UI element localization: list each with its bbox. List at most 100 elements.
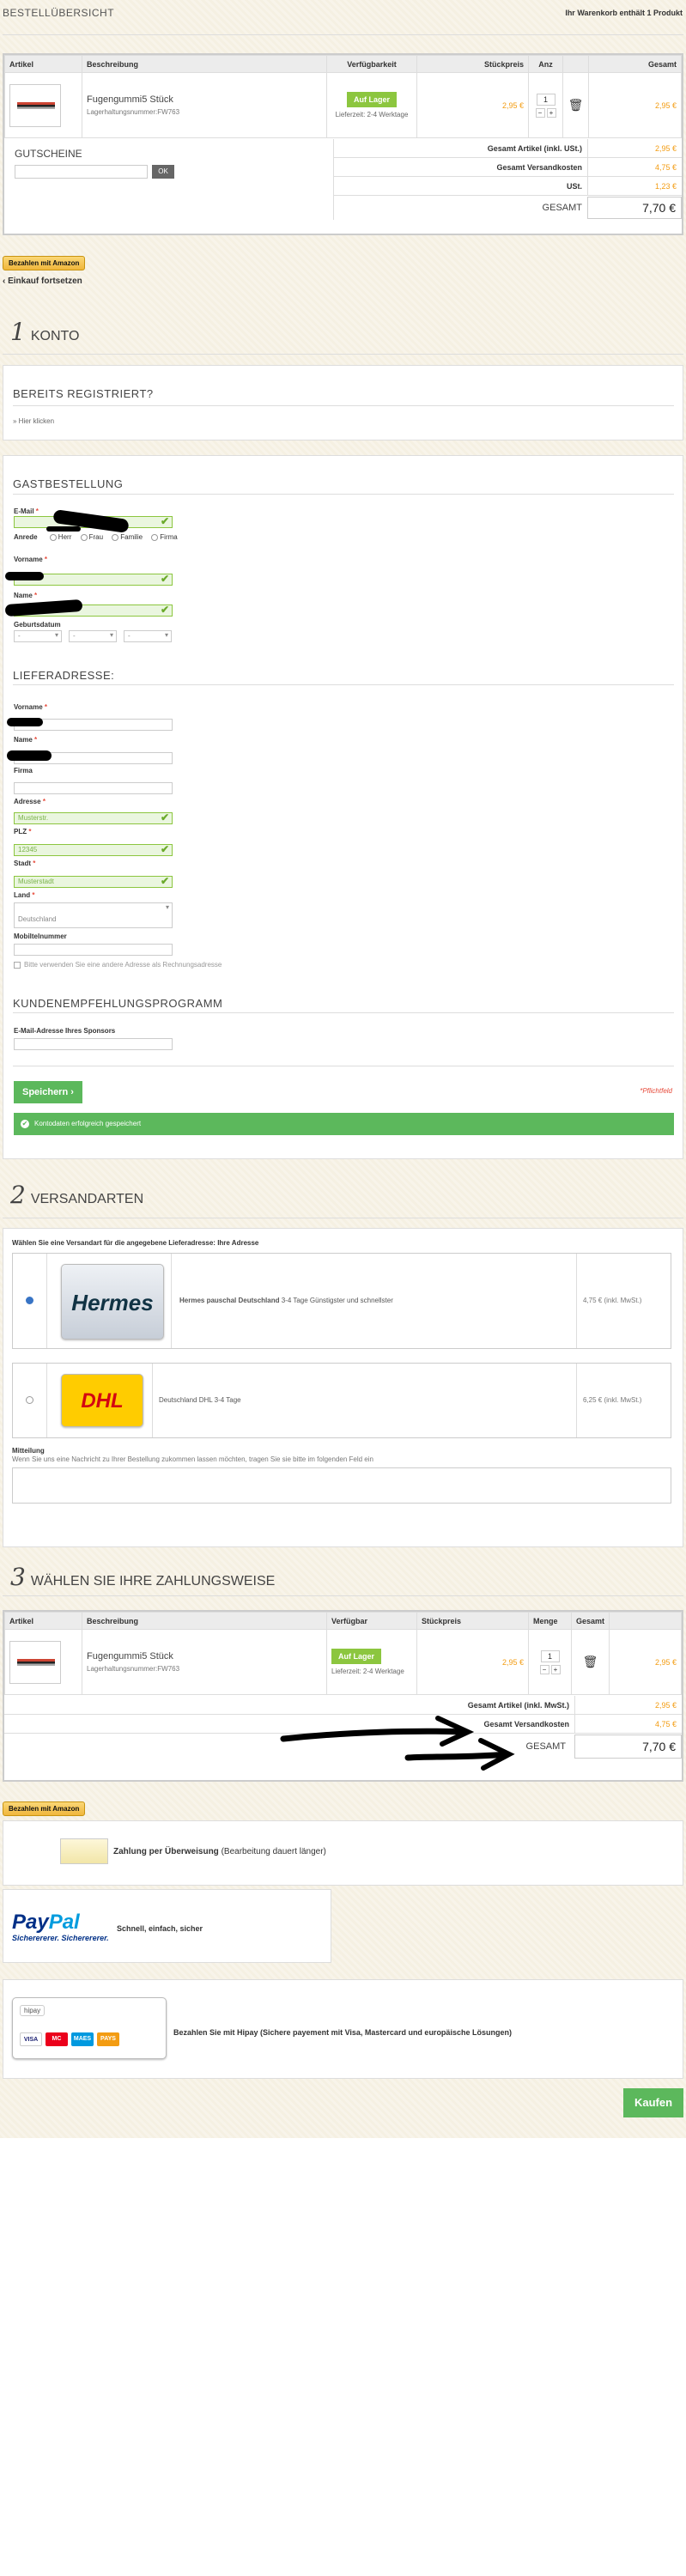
guest-title: GASTBESTELLUNG [13,477,124,490]
dhl-desc: Deutschland DHL 3-4 Tage [159,1396,241,1404]
step3-heading: 3 WÄHLEN SIE IHRE ZAHLUNGSWEISE [10,1563,275,1591]
payment-transfer[interactable]: Zahlung per Überweisung (Bearbeitung dau… [3,1820,683,1886]
total-value: 4,75 € [587,157,682,177]
total-value: 2,95 € [574,1695,682,1715]
item-image-cell [4,72,82,138]
trash-icon[interactable]: 🗑 [570,1629,610,1695]
qty-cell: 1 − + [528,1629,572,1695]
radio-firma[interactable] [151,533,159,541]
step2-title: VERSANDARTEN [30,1192,144,1206]
delivery-time: Lieferzeit: 2-4 Werktage [331,1668,404,1675]
check-icon: ✔ [21,1120,29,1128]
buy-button[interactable]: Kaufen [623,2088,683,2117]
continue-shopping-link[interactable]: ‹ Einkauf fortsetzen [3,276,82,286]
radio-herr[interactable] [49,533,57,541]
unit-price: 2,95 € [416,72,529,138]
del-country-select[interactable]: Deutschland [14,902,173,928]
cart-table: Artikel Beschreibung Verfügbarkeit Stück… [4,55,682,138]
salutation-option: Firma [160,533,178,541]
cart-header-row: Artikel Beschreibung Verfügbar Stückprei… [4,1612,682,1630]
payment-cart-table: Artikel Beschreibung Verfügbar Stückprei… [4,1612,682,1695]
card-icons: VISA MC MAES PAYS [20,2032,119,2046]
annotation-arrows [280,1716,515,1771]
registered-link[interactable]: » Hier klicken [13,417,54,425]
shipping-option-hermes[interactable]: Hermes Hermes pauschal Deutschland 3-4 T… [12,1253,671,1349]
qty-minus-button[interactable]: − [539,1664,549,1674]
note-textarea[interactable] [12,1467,671,1504]
save-button[interactable]: Speichern › [14,1081,82,1103]
shipping-option-dhl[interactable]: DHL Deutschland DHL 3-4 Tage 6,25 € (ink… [12,1363,671,1438]
step1-title: KONTO [30,329,80,343]
step3-number: 3 [10,1563,26,1591]
product-name[interactable]: Fugengummi5 Stück [87,94,322,105]
radio-frau[interactable] [80,533,88,541]
total-value: 2,95 € [587,138,682,158]
sponsor-label: E-Mail-Adresse Ihres Sponsors [14,1027,116,1035]
col-beschreibung: Beschreibung [82,55,327,73]
product-image[interactable] [9,1640,61,1684]
amazon-pay-button[interactable]: Bezahlen mit Amazon [3,256,86,270]
qty-minus-button[interactable]: − [535,107,545,118]
payment-hipay[interactable]: hipay VISA MC MAES PAYS Bezahlen Sie mit… [3,1979,683,2079]
col-artikel: Artikel [4,1612,82,1630]
col-stueckpreis: Stückpreis [416,55,529,73]
total-row: Gesamt Artikel (inkl. USt.) 2,95 € [333,138,682,158]
col-remove [562,55,589,73]
dhl-logo: DHL [61,1374,143,1427]
radio-familie[interactable] [112,533,119,541]
firstname-label: Vorname * [14,556,47,563]
radio-dhl[interactable] [26,1396,33,1404]
birthday-day-select[interactable]: - [14,630,62,642]
del-name-label: Name * [14,736,38,744]
total-value: 1,23 € [587,176,682,196]
coupon-input[interactable] [15,165,148,179]
trash-icon[interactable]: 🗑 [562,72,589,138]
quantity-input[interactable]: 1 [540,1649,560,1662]
col-stueckpreis: Stückpreis [416,1612,529,1630]
total-label: Gesamt Artikel (inkl. USt.) [487,143,582,153]
step1-heading: 1 KONTO [10,318,79,346]
product-image[interactable] [9,83,61,127]
unit-price: 2,95 € [416,1629,529,1695]
redaction-scribble [5,572,44,580]
success-message: ✔ Kontodaten erfolgreich gespeichert [14,1113,674,1135]
hermes-desc: Hermes pauschal Deutschland 3-4 Tage Gün… [179,1297,393,1304]
del-mobile-field[interactable] [14,944,173,956]
page-footer-blank [0,2138,686,2576]
qty-plus-button[interactable]: + [550,1664,561,1674]
birthday-year-select[interactable]: - [124,630,172,642]
del-city-label: Stadt * [14,860,36,867]
amazon-pay-button-2[interactable]: Bezahlen mit Amazon [3,1801,86,1816]
item-total: 2,95 € [609,1629,682,1695]
birthday-month-select[interactable]: - [69,630,117,642]
email-label: E-Mail * [14,507,39,515]
hipay-logo: hipay [20,2005,46,2016]
product-name[interactable]: Fugengummi5 Stück [87,1651,322,1662]
shipping-panel: Wählen Sie eine Versandart für die angeg… [3,1228,683,1547]
coupon-ok-button[interactable]: OK [152,165,174,179]
qty-plus-button[interactable]: + [546,107,556,118]
total-label: Gesamt Versandkosten [496,162,582,172]
redaction-scribble [46,526,81,532]
del-zip-field[interactable]: 12345 ✔ [14,843,173,856]
sponsor-field[interactable] [14,1038,173,1050]
payment-paypal[interactable]: PayPal Sicherererer. Sicherererer. Schne… [3,1889,331,1963]
hermes-price: 4,75 € (inkl. MwSt.) [583,1297,642,1304]
quantity-input[interactable]: 1 [536,93,555,106]
del-country-label: Land * [14,891,35,899]
hipay-desc: Bezahlen Sie mit Hipay (Sichere payement… [173,2028,512,2037]
billing-checkbox[interactable] [14,961,21,969]
del-company-field[interactable] [14,782,173,794]
del-address-field[interactable]: Musterstr. ✔ [14,811,173,824]
coupon-title: GUTSCHEINE [15,148,82,160]
radio-hermes[interactable] [26,1297,33,1304]
item-stock-cell: Auf Lager Lieferzeit: 2-4 Werktage [326,72,417,138]
del-mobile-label: Mobiltelnummer [14,933,67,940]
required-note: *Pflichtfeld [640,1087,672,1095]
del-company-label: Firma [14,767,33,775]
del-city-field[interactable]: Musterstadt ✔ [14,875,173,888]
continue-label: Einkauf fortsetzen [8,276,82,286]
maestro-icon: MAES [71,2032,94,2046]
dhl-price: 6,25 € (inkl. MwSt.) [583,1396,642,1404]
divider [3,1595,683,1596]
